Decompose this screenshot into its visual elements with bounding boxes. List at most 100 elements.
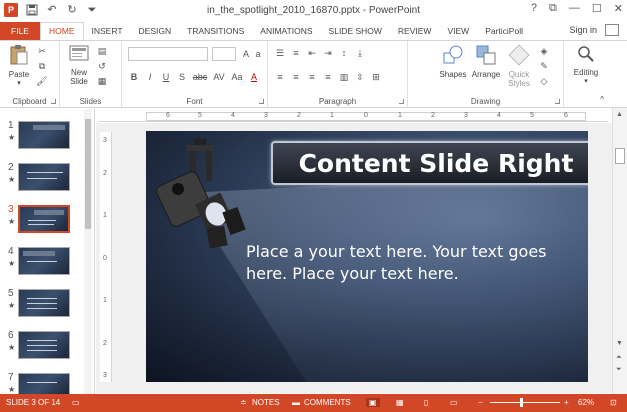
tab-slide-show[interactable]: SLIDE SHOW [321,22,390,40]
shadow-button[interactable]: S [176,71,188,83]
arrange-button[interactable]: Arrange [470,44,502,79]
align-text-icon[interactable]: ⇳ [354,71,366,83]
bold-button[interactable]: B [128,71,140,83]
strikethrough-button[interactable]: abc [192,71,208,83]
slide-body-text[interactable]: Place a your text here. Your text goes h… [246,241,566,285]
thumbnail-slide-1[interactable]: 1 ★ [0,109,95,149]
spell-check-icon[interactable]: ▭ [72,398,80,407]
font-family-dropdown[interactable] [128,47,208,61]
tab-insert[interactable]: INSERT [84,22,131,40]
zoom-level[interactable]: 62% [578,398,594,407]
slide-sorter-icon[interactable]: ▦ [396,398,404,407]
zoom-out-icon[interactable]: − [478,398,483,407]
format-painter-icon[interactable]: 🖌 [36,75,48,87]
layout-icon[interactable]: ▤ [96,45,108,57]
help-icon[interactable]: ? [531,2,537,15]
next-slide-icon[interactable]: ⏷ [616,366,622,374]
align-center-icon[interactable]: ≡ [290,71,302,83]
account-icon[interactable] [605,24,619,36]
reset-icon[interactable]: ↺ [96,60,108,72]
tab-review[interactable]: REVIEW [390,22,440,40]
collapse-ribbon-icon[interactable]: ^ [600,95,604,104]
reading-view-icon[interactable]: ▯ [424,398,428,407]
copy-icon[interactable]: ⧉ [36,60,48,72]
tab-participoll[interactable]: ParticiPoll [477,22,531,40]
font-size-dropdown[interactable] [212,47,236,61]
paste-button[interactable]: Paste ▾ [6,44,32,87]
thumbnail-slide-5[interactable]: 5 ★ [0,277,95,317]
thumbnail-slide-2[interactable]: 2 ★ [0,151,95,191]
paste-dropdown-icon[interactable]: ▾ [6,79,32,87]
italic-button[interactable]: I [144,71,156,83]
clipboard-launcher-icon[interactable] [51,99,56,104]
fit-slide-icon[interactable]: ⊡ [610,398,617,407]
paragraph-launcher-icon[interactable] [399,99,404,104]
close-icon[interactable]: ✕ [614,2,623,15]
quick-styles-button[interactable]: Quick Styles [504,44,534,88]
font-color-button[interactable]: A [248,71,260,83]
smartart-icon[interactable]: ⊞ [370,71,382,83]
numbering-icon[interactable]: ≡ [290,47,302,59]
line-spacing-icon[interactable]: ↕ [338,47,350,59]
shapes-button[interactable]: Shapes [438,44,468,79]
slides-label: Slides [79,97,102,106]
zoom-slider-thumb[interactable] [520,398,523,407]
decrease-indent-icon[interactable]: ⇤ [306,47,318,59]
editing-button[interactable]: Editing ▾ [566,44,606,85]
align-right-icon[interactable]: ≡ [306,71,318,83]
char-spacing-button[interactable]: AV [212,71,226,83]
thumbnail-slide-6[interactable]: 6 ★ [0,319,95,359]
zoom-slider[interactable] [490,402,560,403]
cut-icon[interactable]: ✂ [36,45,48,57]
bullets-icon[interactable]: ☰ [274,47,286,59]
tab-transitions[interactable]: TRANSITIONS [179,22,252,40]
thumbnail-image [18,247,70,275]
animation-star-icon: ★ [8,343,16,352]
shrink-font-icon[interactable]: a [252,48,264,60]
tab-design[interactable]: DESIGN [131,22,180,40]
tab-view[interactable]: VIEW [439,22,477,40]
drawing-launcher-icon[interactable] [555,99,560,104]
new-slide-button[interactable]: New Slide [66,44,92,86]
columns-icon[interactable]: ▥ [338,71,350,83]
shape-outline-icon[interactable]: ✎ [538,60,550,72]
tab-animations[interactable]: ANIMATIONS [252,22,320,40]
font-launcher-icon[interactable] [259,99,264,104]
sign-in-link[interactable]: Sign in [569,25,597,35]
ribbon-display-icon[interactable]: ⧉ [549,2,557,15]
editing-dropdown-icon[interactable]: ▾ [566,77,606,85]
zoom-in-icon[interactable]: + [564,398,569,407]
comments-button[interactable]: COMMENTS [304,398,351,407]
thumbnail-scroll-thumb[interactable] [85,119,91,229]
maximize-icon[interactable]: ☐ [592,2,602,15]
slide-title-placeholder[interactable]: Content Slide Right [271,141,588,185]
scroll-up-icon[interactable]: ▲ [616,111,623,118]
slide-show-icon[interactable]: ▭ [450,398,458,407]
ruler-number: 5 [198,112,202,119]
change-case-button[interactable]: Aa [230,71,244,83]
notes-button[interactable]: NOTES [252,398,280,407]
minimize-icon[interactable]: — [569,2,580,15]
notes-icon[interactable]: ≐ [240,398,247,407]
slide-canvas[interactable]: Content Slide Right Place a your text he… [146,131,588,382]
justify-icon[interactable]: ≡ [322,71,334,83]
underline-button[interactable]: U [160,71,172,83]
normal-view-icon[interactable]: ▣ [366,398,380,407]
thumbnail-scrollbar[interactable] [84,109,92,394]
shape-effects-icon[interactable]: ◇ [538,75,550,87]
scroll-down-icon[interactable]: ▼ [616,340,623,347]
shape-fill-icon[interactable]: ◈ [538,45,550,57]
section-icon[interactable]: ▦ [96,75,108,87]
tab-home[interactable]: HOME [40,22,84,40]
editor-vertical-scrollbar[interactable]: ▲ ▼ ⏶ ⏷ [612,108,627,394]
tab-file[interactable]: FILE [0,22,40,40]
previous-slide-icon[interactable]: ⏶ [616,354,622,362]
increase-indent-icon[interactable]: ⇥ [322,47,334,59]
editor-scroll-thumb[interactable] [615,148,625,164]
align-left-icon[interactable]: ≡ [274,71,286,83]
thumbnail-slide-4[interactable]: 4 ★ [0,235,95,275]
grow-font-icon[interactable]: A [240,48,252,60]
text-direction-icon[interactable]: ⤓ [354,47,366,59]
thumbnail-slide-3[interactable]: 3 ★ [0,193,95,233]
comments-icon[interactable]: ▬ [292,398,300,407]
